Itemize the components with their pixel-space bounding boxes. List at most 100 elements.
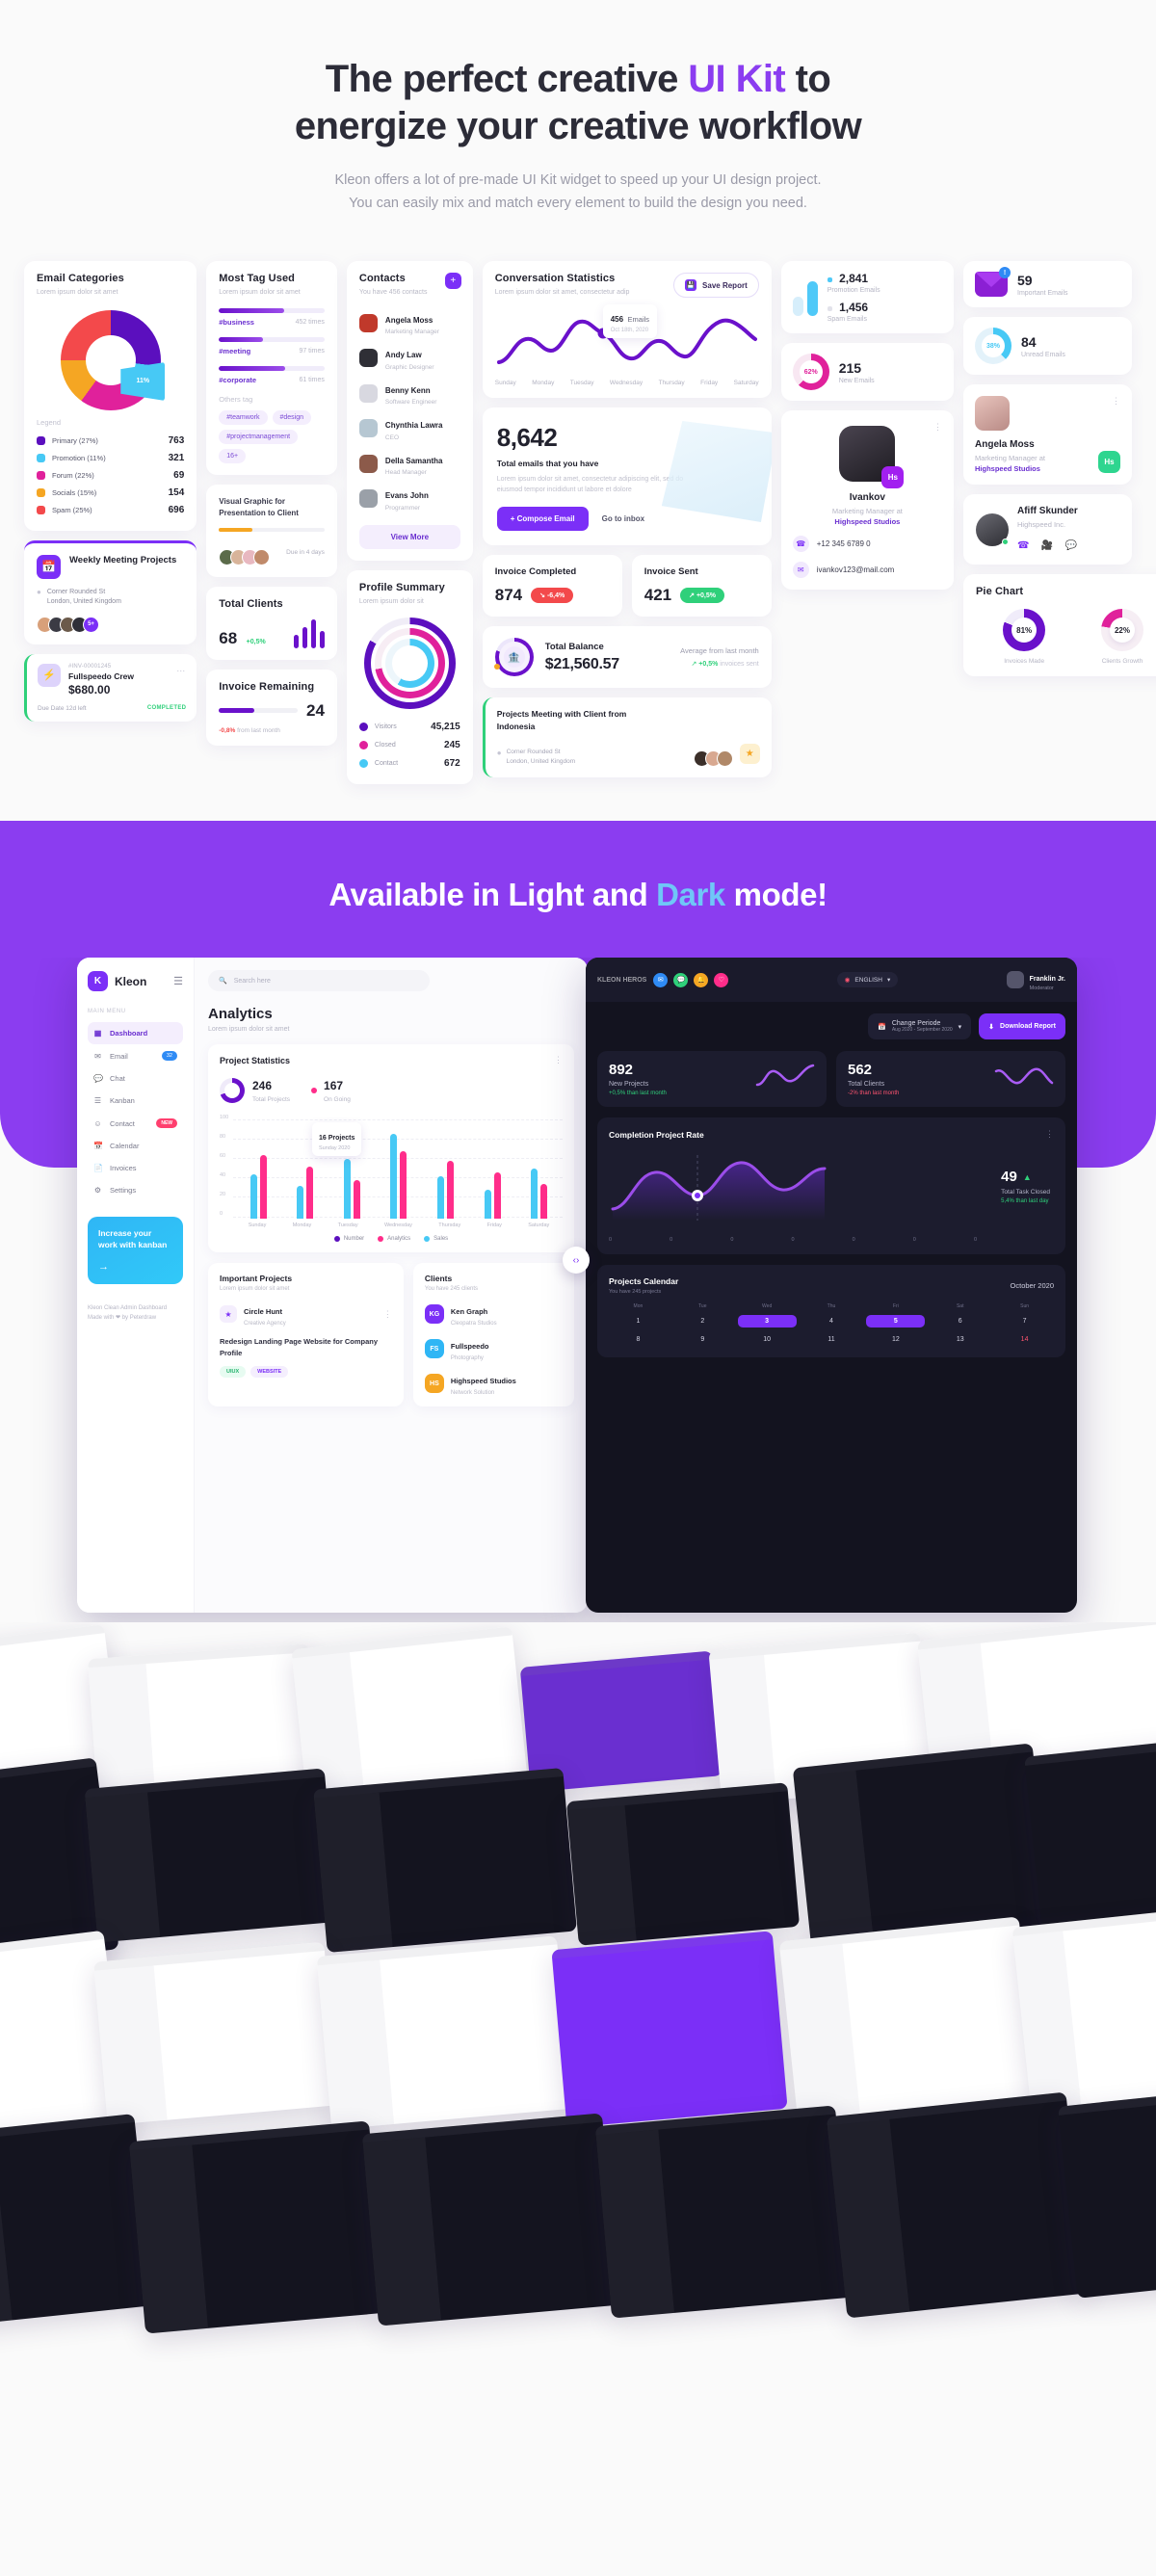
calendar-day[interactable]: 7 (995, 1315, 1054, 1327)
new-projects-delta: +0,5% than last month (609, 1091, 667, 1097)
calendar-day[interactable]: 8 (609, 1333, 668, 1346)
dark-actions: 📅 Change Periode Aug 2020 - September 20… (597, 1013, 1065, 1040)
phone-icon[interactable]: ☎ (1017, 540, 1029, 551)
tag-chip[interactable]: #projectmanagement (219, 429, 299, 444)
card-title: Completion Project Rate (609, 1129, 704, 1140)
more-options-icon[interactable]: ⋮ (1045, 1129, 1054, 1140)
tag[interactable]: UIUX (220, 1365, 247, 1378)
sidebar-item-email[interactable]: ✉ Email 32 (88, 1044, 183, 1067)
conversation-line-chart: 456 Emails Oct 18th, 2020 (495, 303, 759, 376)
calendar-day-selected[interactable]: 3 (737, 1315, 797, 1328)
completion-value: 49 (1001, 1169, 1017, 1186)
compose-email-button[interactable]: + Compose Email (496, 507, 589, 532)
list-item[interactable]: Della Samantha Head Manager (358, 446, 460, 482)
tag-chips: #teamwork #design #projectmanagement 16+ (219, 409, 325, 463)
contact-role: Software Engineer (384, 399, 437, 407)
language-selector[interactable]: ◉ ENGLISH ▾ (836, 972, 899, 988)
card-title: Email Categories (37, 273, 124, 285)
user-profile[interactable]: Franklin Jr. Moderator (1006, 968, 1065, 991)
list-item[interactable]: HS Highspeed Studios Network Solution (424, 1371, 563, 1396)
star-icon[interactable]: ★ (739, 744, 760, 765)
axis-tick: 0 (852, 1237, 855, 1244)
tag[interactable]: WEBSITE (250, 1365, 289, 1378)
save-report-button[interactable]: 💾 Save Report (673, 273, 759, 299)
tag-entry: #meeting 97 times (219, 336, 325, 355)
legend-value: 45,215 (431, 722, 460, 733)
list-item[interactable]: Evans John Programmer (358, 481, 460, 516)
more-options-icon[interactable]: ⋮ (933, 422, 943, 433)
tooltip-label: Projects (328, 1135, 355, 1143)
chat-icon[interactable]: 💬 (1065, 540, 1077, 551)
sidebar-item-chat[interactable]: 💬 Chat (88, 1067, 183, 1090)
tag-times: 61 times (299, 376, 325, 383)
sidebar-item-contact[interactable]: ☺ Contact NEW (88, 1112, 183, 1135)
search-input[interactable]: 🔍 Search here (208, 970, 430, 992)
grid-icon: ▦ (93, 1029, 102, 1038)
axis-tick: 0 (670, 1237, 673, 1244)
list-item[interactable]: Benny Kenn Software Engineer (358, 376, 460, 411)
add-contact-button[interactable]: + (444, 273, 461, 290)
calendar-day[interactable]: 11 (802, 1333, 861, 1346)
calendar-day[interactable]: 4 (802, 1315, 861, 1327)
profile-summary-card: Profile Summary Lorem ipsum dolor sit Vi… (346, 569, 473, 785)
weekday-label: Wed (762, 1303, 773, 1310)
calendar-day[interactable]: 2 (673, 1315, 732, 1327)
contact-name: Andy Law (384, 351, 422, 360)
list-item[interactable]: Angela Moss Marketing Manager (358, 305, 460, 341)
axis-label: Saturday (528, 1222, 550, 1229)
profile-name: Afiff Skunder (1017, 506, 1078, 517)
view-more-button[interactable]: View More (358, 524, 460, 549)
sidebar-item-invoices[interactable]: 📄 Invoices (88, 1157, 183, 1179)
avatar-more[interactable]: 5+ (83, 616, 99, 633)
legend-color-dot (358, 723, 368, 732)
list-item[interactable]: FS Fullspeedo Photography (424, 1336, 563, 1361)
go-to-inbox-link[interactable]: Go to inbox (602, 514, 644, 523)
mail-icon[interactable]: ✉ (653, 972, 669, 987)
chevron-down-icon: ▾ (958, 1023, 962, 1031)
card-subtitle: Lorem ipsum dolor sit amet (219, 289, 301, 297)
change-period-button[interactable]: 📅 Change Periode Aug 2020 - September 20… (868, 1013, 972, 1040)
calendar-day[interactable]: 1 (609, 1315, 668, 1327)
light-dashboard-preview[interactable]: K Kleon ☰ MAIN MENU ▦ Dashboard ✉ Email … (77, 958, 588, 1614)
sidebar-item-calendar[interactable]: 📅 Calendar (88, 1135, 183, 1157)
author-role: Creative Agency (244, 1321, 286, 1327)
tooltip-value: 16 (319, 1135, 327, 1143)
axis-tick: 0 (791, 1237, 795, 1244)
menu-icon[interactable]: ☰ (173, 975, 183, 987)
list-item[interactable]: Andy Law Graphic Designer (358, 340, 460, 376)
average-label: Average from last month (680, 646, 759, 656)
legend-name: Socials (15%) (52, 488, 97, 498)
tag-chip[interactable]: #teamwork (219, 409, 268, 425)
legend-value: 763 (168, 435, 185, 447)
tag-chip-more[interactable]: 16+ (219, 448, 247, 463)
calendar-day[interactable]: 12 (866, 1333, 925, 1346)
more-options-icon[interactable]: ⋯ (176, 666, 186, 676)
dark-dashboard-preview[interactable]: KLEON HEROS ✉ 💬 🔔 ♡ ◉ ENGLISH ▾ Franklin… (586, 958, 1077, 1614)
calendar-day-selected[interactable]: 5 (866, 1315, 926, 1328)
more-options-icon[interactable]: ⋮ (1112, 396, 1121, 407)
hero-title-accent: UI Kit (688, 58, 786, 100)
card-title: Profile Summary (358, 581, 445, 593)
bell-icon[interactable]: 🔔 (694, 972, 709, 987)
heart-icon[interactable]: ♡ (714, 972, 729, 987)
kanban-promo-card[interactable]: Increase your work with kanban → (88, 1217, 183, 1285)
calendar-day[interactable]: 14 (995, 1333, 1054, 1346)
list-item[interactable]: Chynthia Lawra CEO (358, 410, 460, 446)
calendar-day[interactable]: 13 (931, 1333, 989, 1346)
calendar-grid: Mon Tue Wed Thu Fri Sat Sun 1 2 3 4 5 6 … (609, 1303, 1054, 1346)
download-report-button[interactable]: ⬇ Download Report (979, 1013, 1065, 1040)
video-icon[interactable]: 🎥 (1041, 540, 1053, 551)
calendar-day[interactable]: 9 (673, 1333, 732, 1346)
more-options-icon[interactable]: ⋮ (554, 1055, 563, 1065)
tag-chip[interactable]: #design (272, 409, 312, 425)
sidebar-item-kanban[interactable]: ☰ Kanban (88, 1090, 183, 1112)
calendar-month[interactable]: October 2020 (1011, 1281, 1054, 1290)
more-options-icon[interactable]: ⋮ (383, 1309, 392, 1320)
card-subtitle: Lorem ipsum dolor sit amet, consectetur … (494, 289, 630, 297)
calendar-day[interactable]: 6 (931, 1315, 989, 1327)
sidebar-item-dashboard[interactable]: ▦ Dashboard (88, 1022, 183, 1045)
calendar-day[interactable]: 10 (738, 1333, 797, 1346)
chat-icon[interactable]: 💬 (673, 972, 689, 987)
list-item[interactable]: KG Ken Graph Cleopatra Studios (424, 1301, 563, 1327)
sidebar-item-settings[interactable]: ⚙ Settings (88, 1179, 183, 1201)
